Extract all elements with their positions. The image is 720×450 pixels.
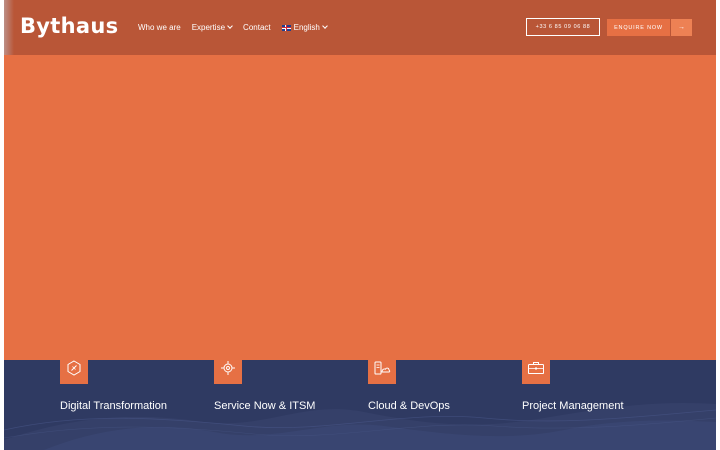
- chevron-down-icon: [227, 23, 233, 29]
- main-nav: Who we are Expertise Contact English: [138, 0, 338, 55]
- briefcase-icon: [528, 362, 544, 374]
- language-selector[interactable]: English: [281, 23, 328, 32]
- arrow-right-button[interactable]: →: [671, 19, 692, 36]
- language-label: English: [293, 23, 320, 32]
- navbar: Bythaus Who we are Expertise Contact Eng…: [4, 0, 716, 55]
- service-icon-box: [522, 352, 550, 384]
- devices-cloud-icon: [374, 361, 391, 375]
- nav-edge-fade: [4, 0, 14, 55]
- service-icon-box: [60, 352, 88, 384]
- service-icon-box: [214, 352, 242, 384]
- service-icon-box: [368, 352, 396, 384]
- service-cloud-devops[interactable]: Cloud & DevOps: [368, 352, 518, 422]
- service-digital-transformation[interactable]: Digital Transformation: [60, 352, 210, 422]
- nav-item-contact[interactable]: Contact: [243, 23, 271, 32]
- nav-item-label: Expertise: [191, 23, 226, 32]
- service-servicenow-itsm[interactable]: Service Now & ITSM: [214, 352, 364, 422]
- compass-icon: [67, 360, 81, 376]
- phone-button[interactable]: +33 6 85 09 06 88: [526, 18, 600, 36]
- settings-gear-icon: [221, 361, 235, 375]
- service-title: Digital Transformation: [60, 400, 167, 412]
- nav-item-who-we-are[interactable]: Who we are: [138, 23, 181, 32]
- uk-flag-icon: [281, 24, 291, 31]
- enquire-now-button[interactable]: ENQUIRE NOW: [607, 19, 670, 36]
- chevron-down-icon: [322, 23, 328, 29]
- nav-item-label: Contact: [243, 23, 271, 32]
- service-title: Cloud & DevOps: [368, 400, 450, 412]
- service-title: Service Now & ITSM: [214, 400, 316, 412]
- nav-item-expertise[interactable]: Expertise: [191, 23, 233, 32]
- logo[interactable]: Bythaus: [20, 14, 118, 38]
- page: Bythaus Who we are Expertise Contact Eng…: [4, 0, 716, 450]
- service-project-management[interactable]: Project Management: [522, 352, 672, 422]
- nav-item-label: Who we are: [138, 23, 181, 32]
- service-title: Project Management: [522, 400, 624, 412]
